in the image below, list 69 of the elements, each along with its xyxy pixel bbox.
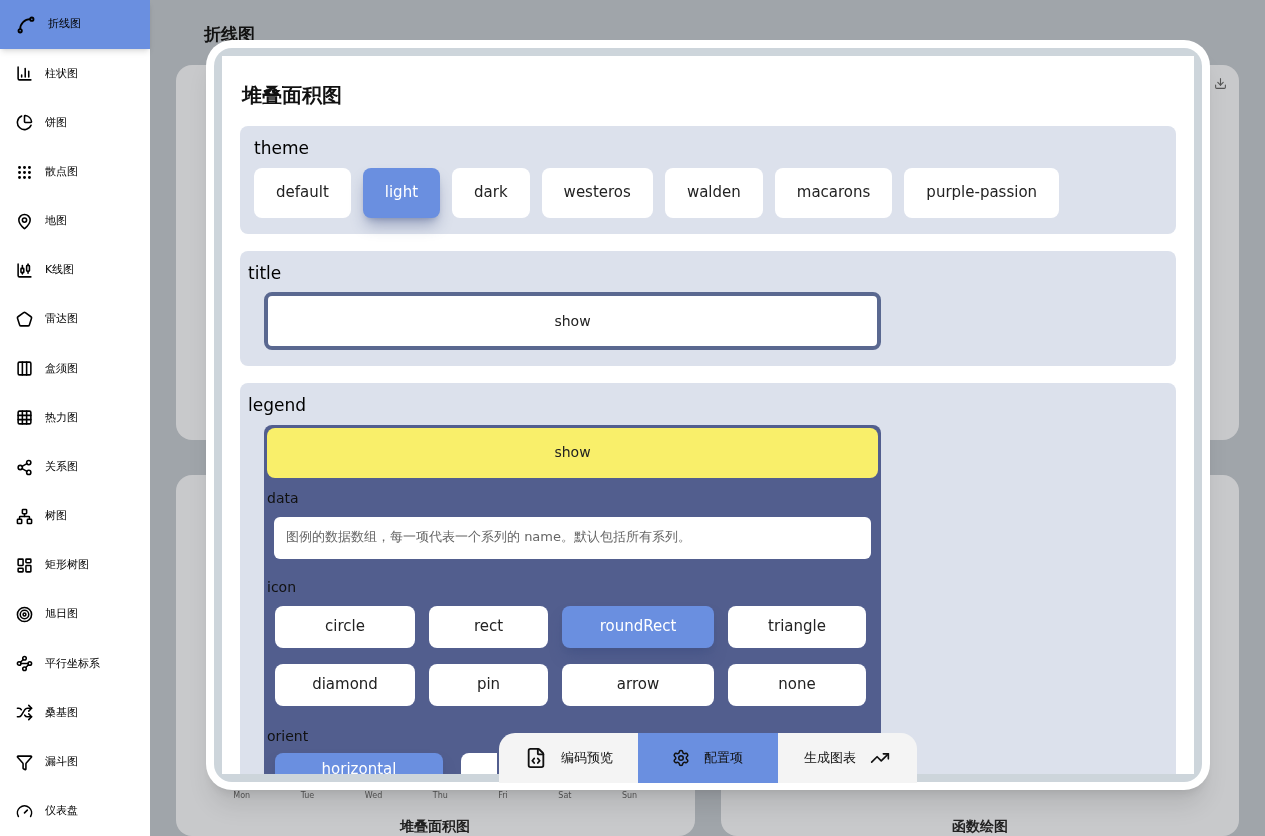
dots-icon <box>16 163 33 181</box>
show-toggle[interactable]: show <box>264 292 881 350</box>
sidebar-item[interactable]: 关系图 <box>0 442 150 492</box>
axis-label: Fri <box>498 790 508 802</box>
tiles-icon <box>16 556 33 574</box>
sidebar-item[interactable]: 矩形树图 <box>0 540 150 591</box>
sidebar-item[interactable]: K线图 <box>0 245 150 296</box>
axis-label: Tue <box>300 790 315 802</box>
show-toggle[interactable]: show <box>267 427 878 478</box>
funnel-icon <box>16 753 33 771</box>
card-title: 函数绘图 <box>951 817 1008 836</box>
donut-icon <box>16 114 33 132</box>
gauge-icon <box>16 802 33 820</box>
option-button[interactable]: triangle <box>728 605 866 648</box>
sidebar-item[interactable]: 饼图 <box>0 98 150 148</box>
section-label: title <box>248 261 283 285</box>
sidebar-item[interactable]: 地图 <box>0 196 150 246</box>
columns-icon <box>16 360 33 378</box>
option-button[interactable]: purple-passion <box>904 167 1060 218</box>
option-button[interactable]: dark <box>452 167 530 218</box>
option-button[interactable]: westeros <box>541 167 653 218</box>
nodes-icon <box>16 458 33 476</box>
sidebar-item[interactable]: 散点图 <box>0 147 150 197</box>
section-label: legend <box>248 394 307 417</box>
sidebar-item[interactable]: 仪表盘 <box>0 786 150 836</box>
toolbar-tab[interactable]: 编码预览 <box>499 733 639 783</box>
map-pin-icon <box>16 212 33 230</box>
branch-icon <box>16 507 33 525</box>
sidebar-item[interactable]: 漏斗图 <box>0 737 150 787</box>
axis-label: Wed <box>364 790 383 802</box>
bar-chart-icon <box>16 65 33 83</box>
option-button[interactable]: walden <box>664 167 763 218</box>
option-button[interactable]: arrow <box>562 663 714 706</box>
option-button[interactable]: macarons <box>774 167 893 218</box>
grid-icon <box>16 409 33 427</box>
option-button[interactable]: diamond <box>275 663 415 706</box>
option-button[interactable]: default <box>254 167 351 218</box>
dialog-title: 堆叠面积图 <box>240 82 343 109</box>
sidebar-item[interactable]: 折线图 <box>0 0 150 50</box>
sidebar-item[interactable]: 雷达图 <box>0 295 150 345</box>
toolbar-tab[interactable]: 生成图表 <box>777 733 917 783</box>
pentagon-icon <box>16 311 33 329</box>
sidebar-item[interactable]: 盒须图 <box>0 344 150 394</box>
sidebar-item[interactable]: 桑基图 <box>0 688 150 738</box>
axis-label: Sun <box>621 790 638 802</box>
option-button[interactable]: circle <box>275 605 415 648</box>
line-chart-icon <box>16 14 36 35</box>
sidebar-item[interactable]: 热力图 <box>0 393 150 443</box>
field-label: orient <box>267 726 310 746</box>
download-icon <box>1214 77 1227 90</box>
section-label: theme <box>254 137 310 160</box>
option-button[interactable]: pin <box>429 663 548 706</box>
option-button[interactable]: rect <box>429 605 548 648</box>
sidebar-item[interactable]: 平行坐标系 <box>0 639 150 689</box>
sidebar-item[interactable]: 树图 <box>0 491 150 541</box>
sidebar-item[interactable]: 旭日图 <box>0 590 150 640</box>
toolbar-tab[interactable]: 配置项 <box>638 733 778 783</box>
field-label: icon <box>267 577 298 597</box>
settings-icon <box>672 749 691 767</box>
target-icon <box>16 606 33 624</box>
data-input-field[interactable]: 图例的数据数组，每一项代表一个系列的 name。默认包括所有系列。 <box>274 516 871 559</box>
field-label: data <box>267 488 300 508</box>
card-title: 堆叠面积图 <box>400 817 471 836</box>
candlestick-icon <box>16 261 33 279</box>
option-button[interactable]: none <box>728 663 866 706</box>
axis-label: Sat <box>558 790 572 802</box>
sidebar-item[interactable]: 柱状图 <box>0 49 150 99</box>
axis-label: Mon <box>233 790 251 802</box>
axis-label: Thu <box>432 790 448 802</box>
